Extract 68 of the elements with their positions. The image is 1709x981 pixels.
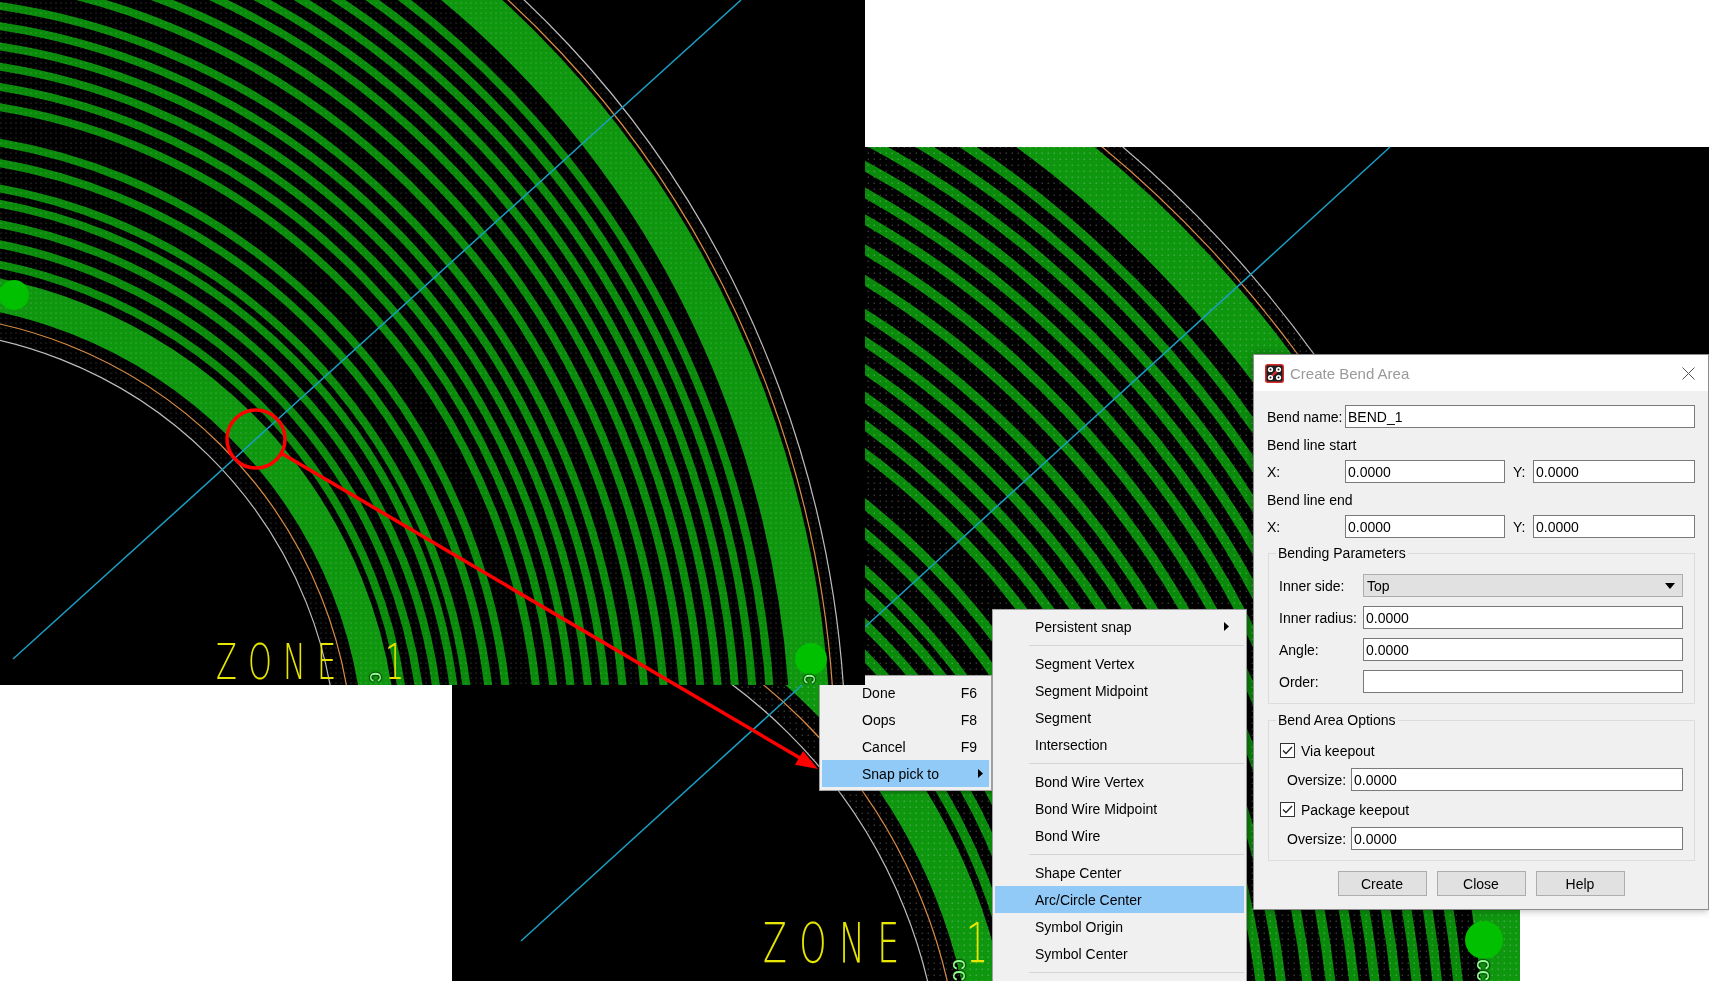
shortcut-label: F9 xyxy=(960,738,977,755)
via-pad-icon xyxy=(795,643,827,675)
highlight-circle xyxy=(225,408,287,470)
menu-item[interactable]: Bond Wire Midpoint xyxy=(995,795,1244,822)
text-field[interactable]: BEND_1 xyxy=(1345,405,1695,428)
close-icon xyxy=(1682,366,1695,380)
field-label: Angle: xyxy=(1279,641,1319,658)
menu-item[interactable]: Bond Wire xyxy=(995,822,1244,849)
text-field[interactable]: 0.0000 xyxy=(1363,638,1683,661)
menu-item[interactable]: Persistent snap xyxy=(995,613,1244,640)
field-label: Oversize: xyxy=(1287,771,1347,788)
submenu-arrow-icon xyxy=(978,769,983,778)
menu-item[interactable]: Intersection xyxy=(995,731,1244,758)
via-pad-icon xyxy=(0,280,29,310)
field-label: Inner radius: xyxy=(1279,609,1357,626)
close-button[interactable] xyxy=(1681,365,1696,381)
field-label: X: xyxy=(1267,518,1281,535)
menu-item[interactable]: Bond Wire Vertex xyxy=(995,768,1244,795)
field-label: Y: xyxy=(1513,463,1526,480)
dropdown[interactable]: Top xyxy=(1363,574,1683,597)
field-label: Bend name: xyxy=(1267,408,1343,425)
group-title: Bending Parameters xyxy=(1277,545,1407,561)
dialog-button[interactable]: Create xyxy=(1337,871,1427,896)
menu-item[interactable]: Segment xyxy=(995,704,1244,731)
window-title: Create Bend Area xyxy=(1290,364,1410,382)
menu-item[interactable]: Arc/Circle Center xyxy=(995,886,1244,913)
net-label: c xyxy=(801,674,821,684)
text-field[interactable]: 0.0000 xyxy=(1363,606,1683,629)
checkbox[interactable] xyxy=(1280,802,1295,817)
menu-item[interactable]: Snap pick to xyxy=(822,760,989,787)
checkbox-label[interactable]: Via keepout xyxy=(1301,742,1375,759)
field-label: Inner side: xyxy=(1279,577,1345,594)
checkbox-label[interactable]: Package keepout xyxy=(1301,801,1410,818)
menu-item[interactable]: Segment Vertex xyxy=(995,650,1244,677)
via-pad-icon xyxy=(1465,921,1503,959)
section-heading: Bend line start xyxy=(1267,437,1357,453)
field-label: Order: xyxy=(1279,673,1319,690)
net-label: cc xyxy=(1473,959,1495,981)
menu-item[interactable]: Done F6 xyxy=(822,679,989,706)
menu-item[interactable]: Cancel F9 xyxy=(822,733,989,760)
text-field[interactable]: 0.0000 xyxy=(1533,515,1695,538)
zone-label: ZONE xyxy=(763,915,912,971)
text-field[interactable]: 0.0000 xyxy=(1345,460,1505,483)
caret-icon xyxy=(1665,582,1675,589)
field-label: Y: xyxy=(1513,518,1526,535)
group-title: Bend Area Options xyxy=(1277,712,1397,728)
text-field[interactable] xyxy=(1363,670,1683,693)
text-field[interactable]: 0.0000 xyxy=(1351,768,1683,791)
menu-item[interactable]: Segment Midpoint xyxy=(995,677,1244,704)
field-label: Oversize: xyxy=(1287,830,1347,847)
section-heading: Bend line end xyxy=(1267,492,1353,508)
text-field[interactable]: 0.0000 xyxy=(1533,460,1695,483)
menu-item[interactable]: Symbol Origin xyxy=(995,913,1244,940)
menu-item[interactable]: Oops F8 xyxy=(822,706,989,733)
dialog-button[interactable]: Close xyxy=(1436,871,1526,896)
checkbox[interactable] xyxy=(1280,743,1295,758)
net-label: c xyxy=(367,672,387,682)
submenu-arrow-icon xyxy=(1224,622,1229,631)
menu-item[interactable]: Symbol Center xyxy=(995,940,1244,967)
field-label: X: xyxy=(1267,463,1281,480)
dialog-button[interactable]: Help xyxy=(1535,871,1625,896)
menu-item[interactable]: Shape Center xyxy=(995,859,1244,886)
text-field[interactable]: 0.0000 xyxy=(1345,515,1505,538)
shortcut-label: F8 xyxy=(960,711,977,728)
text-field[interactable]: 0.0000 xyxy=(1351,827,1683,850)
app-icon xyxy=(1265,363,1284,383)
shortcut-label: F6 xyxy=(960,684,977,701)
zone-label: ZONE xyxy=(216,638,348,685)
